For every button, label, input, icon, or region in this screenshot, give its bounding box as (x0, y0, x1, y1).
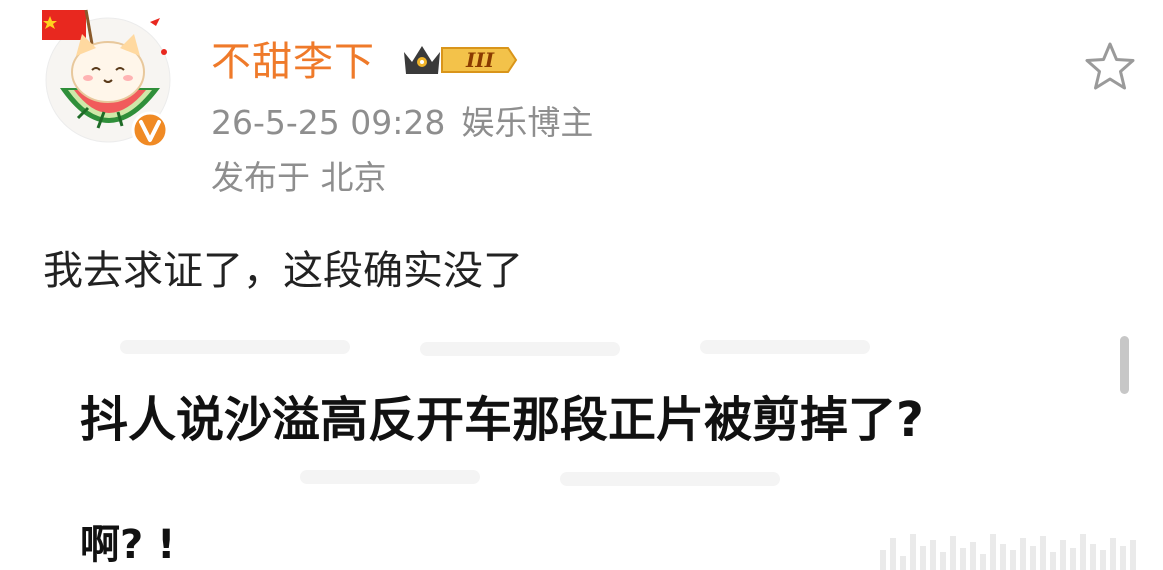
embedded-title: 抖人说沙溢高反开车那段正片被剪掉了? (80, 392, 924, 448)
watermark-strip (880, 528, 1163, 570)
star-outline-icon (1085, 42, 1135, 90)
favorite-button[interactable] (1083, 40, 1137, 94)
post-location: 发布于 北京 (211, 158, 387, 197)
blurred-line (300, 470, 480, 484)
blurred-line (420, 342, 620, 356)
scrollbar[interactable] (1120, 336, 1129, 394)
crown-level-icon[interactable]: III (400, 40, 520, 80)
verified-v-icon (131, 111, 169, 148)
post-text: 我去求证了，这段确实没了 (43, 248, 523, 294)
embedded-subtext: 啊? ! (80, 522, 176, 568)
avatar[interactable] (38, 8, 178, 148)
weibo-post: 不甜李下 III 26-5-25 09:28 娱乐博主 发布于 北京 我去求证了，… (0, 0, 1163, 570)
embedded-image[interactable]: 抖人说沙溢高反开车那段正片被剪掉了? 啊? ! (0, 320, 1163, 570)
blurred-line (700, 340, 870, 354)
blurred-line (560, 472, 780, 486)
username[interactable]: 不甜李下 (211, 38, 375, 86)
post-timestamp: 26-5-25 09:28 (211, 103, 446, 142)
avatar-image (42, 9, 171, 148)
user-role: 娱乐博主 (461, 103, 594, 142)
level-text: III (465, 48, 495, 72)
post-meta: 26-5-25 09:28 娱乐博主 (211, 102, 593, 144)
blurred-line (120, 340, 350, 354)
